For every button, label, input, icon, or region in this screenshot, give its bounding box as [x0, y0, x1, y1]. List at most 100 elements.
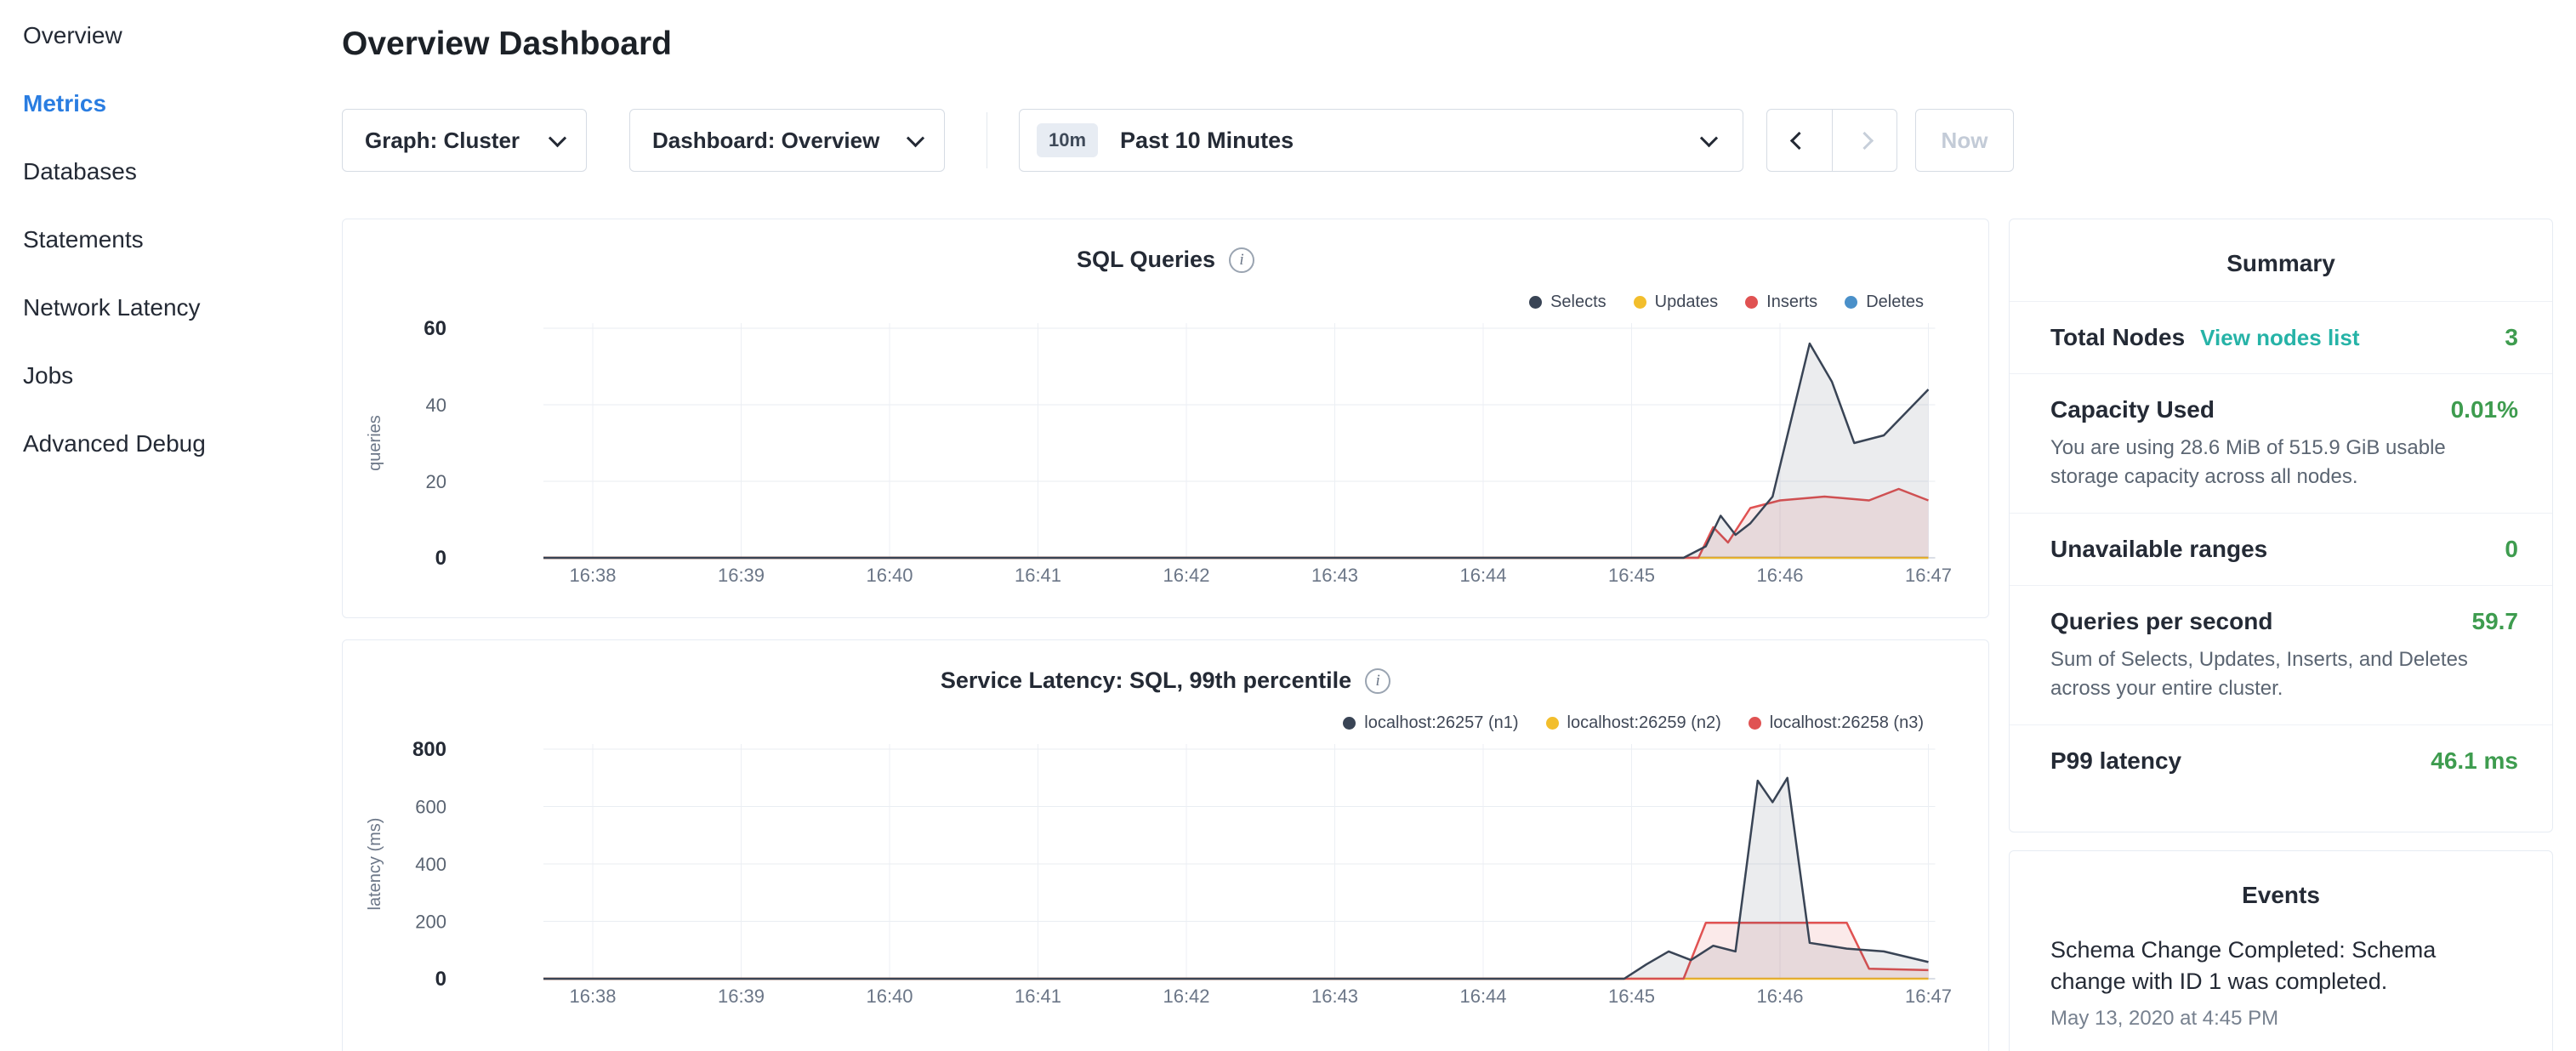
svg-text:16:42: 16:42: [1163, 986, 1209, 1007]
summary-subtext: Sum of Selects, Updates, Inserts, and De…: [2050, 645, 2518, 702]
summary-row: P99 latency 46.1 ms: [2010, 724, 2552, 797]
time-range-label: Past 10 Minutes: [1120, 128, 1294, 154]
summary-row: Capacity Used0.01%You are using 28.6 MiB…: [2010, 373, 2552, 513]
y-axis-labels: 0 200 400 600 800: [412, 738, 446, 991]
svg-text:16:43: 16:43: [1311, 565, 1358, 586]
svg-text:16:43: 16:43: [1311, 986, 1358, 1007]
svg-text:16:39: 16:39: [718, 986, 765, 1007]
chart-legend: localhost:26257 (n1) localhost:26259 (n2)…: [1343, 713, 1924, 733]
events-panel: Events Schema Change Completed: Schema c…: [2009, 850, 2553, 1051]
page-title: Overview Dashboard: [342, 26, 672, 63]
now-button-label: Now: [1942, 128, 1988, 154]
summary-panel: Summary Total NodesView nodes list3Capac…: [2009, 219, 2553, 832]
sidebar-item-network-latency[interactable]: Network Latency: [0, 274, 340, 342]
svg-text:16:45: 16:45: [1608, 565, 1655, 586]
svg-text:16:38: 16:38: [569, 986, 616, 1007]
view-nodes-list-link[interactable]: View nodes list: [2200, 325, 2359, 351]
svg-text:16:47: 16:47: [1905, 565, 1952, 586]
time-range-arrows: [1766, 109, 1897, 172]
chevron-down-icon: [549, 129, 566, 147]
next-range-button[interactable]: [1832, 110, 1897, 171]
graph-dropdown-label: Graph: Cluster: [365, 128, 520, 154]
chart-series: [543, 344, 1929, 558]
info-icon[interactable]: [1365, 668, 1390, 694]
sidebar-item-jobs[interactable]: Jobs: [0, 342, 340, 410]
legend-dot-icon: [1745, 296, 1758, 309]
sidebar-item-databases[interactable]: Databases: [0, 138, 340, 206]
summary-value: 59.7: [2472, 608, 2519, 635]
legend-label: Updates: [1655, 293, 1719, 312]
now-button[interactable]: Now: [1915, 109, 2014, 172]
y-axis-title: queries: [366, 415, 384, 471]
event-text: Schema Change Completed: Schema change w…: [2050, 935, 2511, 998]
chevron-down-icon: [907, 129, 924, 147]
time-range-selector[interactable]: 10m Past 10 Minutes: [1019, 109, 1743, 172]
summary-value: 3: [2505, 324, 2518, 351]
svg-text:200: 200: [415, 912, 446, 933]
svg-text:600: 600: [415, 797, 446, 818]
sidebar-item-advanced-debug[interactable]: Advanced Debug: [0, 410, 340, 478]
summary-rows: Total NodesView nodes list3Capacity Used…: [2010, 301, 2552, 797]
legend-dot-icon: [1529, 296, 1542, 309]
summary-row: Unavailable ranges0: [2010, 513, 2552, 585]
summary-row: Total NodesView nodes list3: [2010, 301, 2552, 373]
legend-item[interactable]: localhost:26257 (n1): [1343, 713, 1518, 733]
chevron-right-icon: [1856, 131, 1874, 149]
sidebar-item-statements[interactable]: Statements: [0, 206, 340, 274]
dashboard-dropdown-label: Dashboard: Overview: [652, 128, 879, 154]
svg-text:16:44: 16:44: [1459, 986, 1506, 1007]
svg-text:16:41: 16:41: [1015, 565, 1061, 586]
svg-text:16:38: 16:38: [569, 565, 616, 586]
events-title: Events: [2010, 851, 2552, 909]
dashboard-dropdown[interactable]: Dashboard: Overview: [629, 109, 945, 172]
info-icon[interactable]: [1229, 247, 1254, 273]
legend-label: Selects: [1550, 293, 1606, 312]
summary-row: Queries per second 59.7 Sum of Selects, Up…: [2010, 585, 2552, 724]
legend-item[interactable]: localhost:26258 (n3): [1749, 713, 1924, 733]
chart-title: Service Latency: SQL, 99th percentile: [941, 668, 1351, 694]
event-timestamp: May 13, 2020 at 4:45 PM: [2050, 1007, 2511, 1031]
prev-range-button[interactable]: [1767, 110, 1832, 171]
legend-item[interactable]: Inserts: [1745, 293, 1817, 312]
svg-text:16:39: 16:39: [718, 565, 765, 586]
x-axis-labels: 16:3816:3916:4016:4116:4216:4316:4416:45…: [569, 565, 1952, 586]
graph-dropdown[interactable]: Graph: Cluster: [342, 109, 587, 172]
svg-text:16:46: 16:46: [1756, 986, 1803, 1007]
svg-text:16:47: 16:47: [1905, 986, 1952, 1007]
svg-text:20: 20: [426, 471, 446, 492]
svg-text:400: 400: [415, 854, 446, 875]
summary-label: P99 latency: [2050, 747, 2181, 775]
svg-text:0: 0: [435, 547, 446, 570]
sql-queries-chart: 020406016:3816:3916:4016:4116:4216:4316:…: [343, 311, 1988, 611]
svg-text:16:40: 16:40: [866, 565, 913, 586]
sidebar-item-metrics[interactable]: Metrics: [0, 70, 340, 138]
svg-text:40: 40: [426, 395, 446, 416]
x-axis-labels: 16:3816:3916:4016:4116:4216:4316:4416:45…: [569, 986, 1952, 1007]
svg-text:800: 800: [412, 738, 446, 761]
y-axis-title: latency (ms): [366, 818, 384, 911]
time-range-badge: 10m: [1037, 123, 1098, 157]
summary-value: 0: [2505, 536, 2518, 563]
svg-text:16:41: 16:41: [1015, 986, 1061, 1007]
chevron-left-icon: [1790, 131, 1808, 149]
series-line-localhost-26257-n1-: [543, 778, 1929, 979]
legend-item[interactable]: Deletes: [1845, 293, 1924, 312]
sidebar-item-overview[interactable]: Overview: [0, 2, 340, 70]
legend-dot-icon: [1343, 717, 1356, 730]
legend-dot-icon: [1749, 717, 1761, 730]
svg-text:16:46: 16:46: [1756, 565, 1803, 586]
summary-value: 0.01%: [2451, 396, 2518, 423]
summary-title: Summary: [2010, 219, 2552, 277]
legend-item[interactable]: Updates: [1634, 293, 1719, 312]
svg-text:16:42: 16:42: [1163, 565, 1209, 586]
service-latency-chart: 020040060080016:3816:3916:4016:4116:4216…: [343, 732, 1988, 1031]
svg-text:0: 0: [435, 968, 446, 991]
summary-value: 46.1 ms: [2431, 747, 2518, 775]
summary-subtext: You are using 28.6 MiB of 515.9 GiB usab…: [2050, 434, 2518, 491]
svg-text:16:45: 16:45: [1608, 986, 1655, 1007]
legend-label: Deletes: [1866, 293, 1924, 312]
legend-item[interactable]: Selects: [1529, 293, 1606, 312]
legend-item[interactable]: localhost:26259 (n2): [1546, 713, 1721, 733]
sidebar-nav: OverviewMetricsDatabasesStatementsNetwor…: [0, 0, 340, 1051]
summary-label: Queries per second: [2050, 608, 2272, 635]
